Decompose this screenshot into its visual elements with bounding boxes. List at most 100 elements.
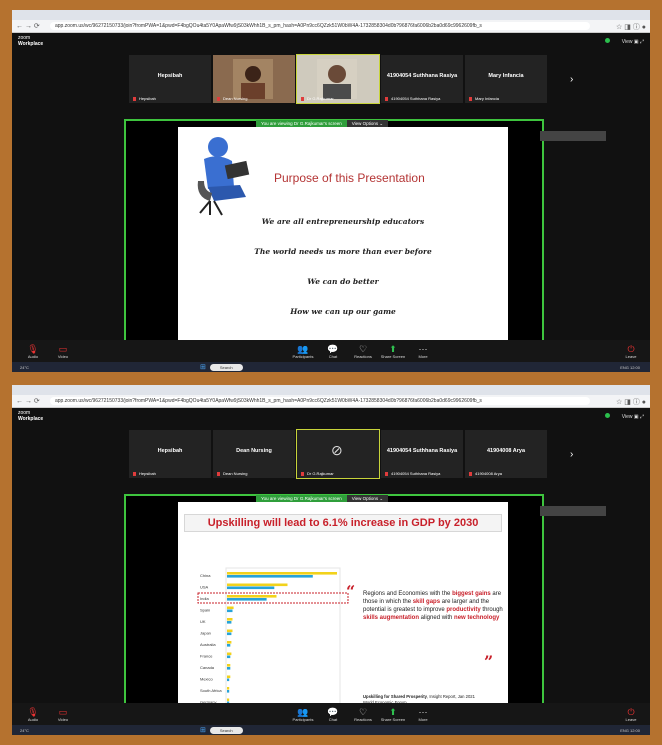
participant-tile-speaker[interactable]: ⊘ Dr G.Rajkumar xyxy=(296,429,380,479)
floating-panel[interactable] xyxy=(540,506,606,516)
category-label: France xyxy=(200,654,213,659)
camera-icon: ▭ xyxy=(58,343,68,354)
url-field[interactable]: app.zoom.us/wc/96272150733/join?fromPWA=… xyxy=(50,22,590,30)
quote-highlight: skills augmentation xyxy=(363,615,420,621)
view-controls[interactable]: View ▣ ⤢ xyxy=(604,38,644,45)
weather-widget[interactable]: 24°C xyxy=(20,728,200,733)
category-label: South Africa xyxy=(200,688,222,693)
participant-tile-video-speaker[interactable]: Dr G.Rajkumar xyxy=(296,54,380,104)
bar xyxy=(227,675,231,679)
chart-plot-area xyxy=(225,567,341,722)
taskbar-search[interactable]: Search xyxy=(209,726,243,734)
chat-button[interactable]: 💬 Chat xyxy=(318,707,348,722)
browser-address-bar[interactable]: ← → ⟳ app.zoom.us/wc/96272150733/join?fr… xyxy=(12,20,650,33)
browser-tab-bar[interactable] xyxy=(12,385,650,395)
browser-extension-icons[interactable]: ☆ ◨ ⓘ ● xyxy=(616,397,646,407)
bar xyxy=(227,690,230,693)
windows-taskbar: 24°C ⊞ Search ENG 12:00 xyxy=(12,362,650,372)
category-label: Australia xyxy=(200,642,216,647)
category-label: Canada xyxy=(200,665,215,670)
view-controls[interactable]: View ▣ ⤢ xyxy=(604,413,644,420)
bar xyxy=(227,664,231,667)
participant-tile-video[interactable]: Dean Nursing xyxy=(212,54,296,104)
quote-highlight: new technology xyxy=(454,615,500,621)
more-icon: ⋯ xyxy=(418,706,428,717)
url-field[interactable]: app.zoom.us/wc/96272150733/join?fromPWA=… xyxy=(50,397,590,405)
participant-tile[interactable]: Hepsibah Hepsibah xyxy=(128,429,212,479)
zoom-logo: zoom Workplace xyxy=(18,35,44,47)
leave-button[interactable]: ⏻ Leave xyxy=(616,707,646,722)
weather-widget[interactable]: 24°C xyxy=(20,365,200,370)
view-button[interactable]: View xyxy=(622,39,633,45)
slide-title: Upskilling will lead to 6.1% increase in… xyxy=(184,514,502,532)
quote-text: Regions and Economies with the xyxy=(363,591,453,597)
category-label: Mexico xyxy=(200,677,213,682)
browser-nav-icons[interactable]: ← → ⟳ xyxy=(16,397,50,405)
shared-screen: You are viewing Dr G.Rajkumar's screen V… xyxy=(124,119,606,367)
audio-button[interactable]: 🎙 Audio xyxy=(18,344,48,359)
security-shield-icon xyxy=(604,38,610,43)
bar xyxy=(227,632,232,636)
bar xyxy=(227,621,232,624)
participants-button[interactable]: 👥 Participants xyxy=(288,344,318,359)
browser-extension-icons[interactable]: ☆ ◨ ⓘ ● xyxy=(616,22,646,32)
share-screen-icon: ⬆ xyxy=(389,706,397,717)
browser-address-bar[interactable]: ← → ⟳ app.zoom.us/wc/96272150733/join?fr… xyxy=(12,395,650,408)
bar xyxy=(227,652,232,656)
slide-quote: Regions and Economies with the biggest g… xyxy=(363,590,503,622)
bar xyxy=(227,606,234,610)
windows-taskbar: 24°C ⊞ Search ENG 12:00 xyxy=(12,725,650,735)
leave-button[interactable]: ⏻ Leave xyxy=(616,344,646,359)
participants-icon: 👥 xyxy=(297,706,309,717)
participant-video-person xyxy=(317,59,357,99)
share-screen-button[interactable]: ⬆ Share Screen xyxy=(378,707,408,722)
audio-button[interactable]: 🎙 Audio xyxy=(18,707,48,722)
participant-tile[interactable]: 41904054 Suthhana Rasiya 41904054 Suthhan… xyxy=(380,429,464,479)
zoom-logo: zoom Workplace xyxy=(18,410,44,422)
slide-line: We are all entrepreneurship educators xyxy=(261,217,425,226)
participants-button[interactable]: 👥 Participants xyxy=(288,707,318,722)
bar xyxy=(227,644,231,647)
reactions-button[interactable]: ♡ Reactions xyxy=(348,344,378,359)
chevron-right-icon[interactable]: › xyxy=(570,74,573,85)
video-button[interactable]: ▭ Video xyxy=(48,707,78,722)
browser-nav-icons[interactable]: ← → ⟳ xyxy=(16,22,50,30)
participant-tile[interactable]: Dean Nursing Dean Nursing xyxy=(212,429,296,479)
slide-title: Purpose of this Presentation xyxy=(274,171,425,185)
presentation-slide: Purpose of this Presentation We are all … xyxy=(178,127,508,352)
floating-panel[interactable] xyxy=(540,131,606,141)
bar xyxy=(227,618,233,621)
view-button[interactable]: View xyxy=(622,414,633,420)
camera-icon: ▭ xyxy=(58,706,68,717)
participant-tile[interactable]: Hepsibah Hepsibah xyxy=(128,54,212,104)
bar xyxy=(227,678,230,682)
start-icon[interactable]: ⊞ xyxy=(200,363,206,371)
meeting-toolbar: 🎙 Audio ▭ Video 👥 Participants 💬 Chat ♡ React… xyxy=(12,703,650,725)
video-button[interactable]: ▭ Video xyxy=(48,344,78,359)
chevron-right-icon[interactable]: › xyxy=(570,449,573,460)
participant-tile[interactable]: 41904008 Arya 41904008 Arya xyxy=(464,429,548,479)
more-button[interactable]: ⋯ More xyxy=(408,344,438,359)
shared-screen: You are viewing Dr G.Rajkumar's screen V… xyxy=(124,494,606,735)
category-label: China xyxy=(200,573,211,578)
participant-tile[interactable]: Mary Infancia Mary Infancia xyxy=(464,54,548,104)
participant-video-person xyxy=(233,59,273,99)
bar xyxy=(227,687,230,690)
participant-tile[interactable]: 41904054 Suthhana Rasiya 41904054 Suthhan… xyxy=(380,54,464,104)
share-screen-button[interactable]: ⬆ Share Screen xyxy=(378,344,408,359)
browser-tab-bar[interactable] xyxy=(12,10,650,20)
slide-line: The world needs us more than ever before xyxy=(254,247,432,256)
start-icon[interactable]: ⊞ xyxy=(200,726,206,734)
bar xyxy=(227,655,231,659)
video-off-icon: ⊘ xyxy=(331,442,343,458)
more-button[interactable]: ⋯ More xyxy=(408,707,438,722)
chat-button[interactable]: 💬 Chat xyxy=(318,344,348,359)
mic-icon: 🎙 xyxy=(27,343,39,354)
quote-highlight: biggest gains xyxy=(452,591,491,597)
bar xyxy=(227,572,337,575)
reactions-button[interactable]: ♡ Reactions xyxy=(348,707,378,722)
presentation-slide: Upskilling will lead to 6.1% increase in… xyxy=(178,502,508,727)
participant-strip: Hepsibah Hepsibah Dean Nursing Dean Nursin… xyxy=(128,429,548,479)
taskbar-search[interactable]: Search xyxy=(209,363,243,371)
participant-strip: Hepsibah Hepsibah Dean Nursing Dr G.Rajku… xyxy=(128,54,548,104)
